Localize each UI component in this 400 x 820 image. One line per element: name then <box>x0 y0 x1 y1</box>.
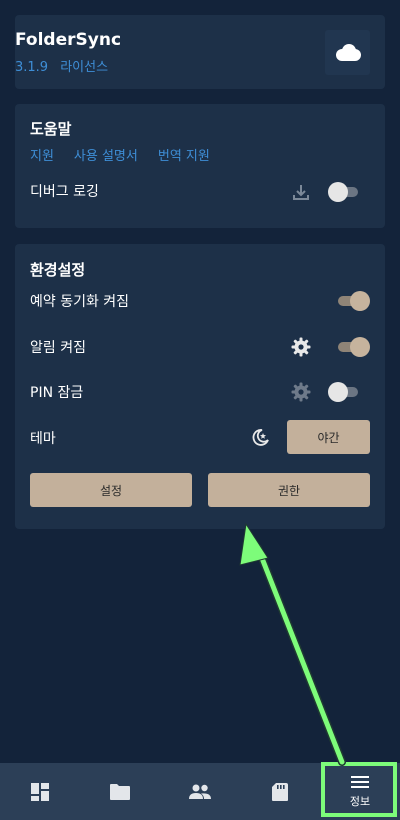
nav-sd-card[interactable] <box>240 763 320 820</box>
debug-logging-label: 디버그 로깅 <box>30 184 99 200</box>
sd-card-icon <box>272 782 288 801</box>
app-name: FolderSync <box>15 30 122 50</box>
license-link[interactable]: 라이선스 <box>60 60 108 75</box>
notifications-toggle[interactable] <box>336 336 370 358</box>
permissions-button[interactable]: 권한 <box>208 473 370 507</box>
screen: FolderSync 3.1.9 라이선스 도움말 지원 사용 설명서 번역 지… <box>0 0 400 820</box>
scheduled-sync-label: 예약 동기화 켜짐 <box>30 294 130 310</box>
pin-lock-toggle[interactable] <box>328 381 360 403</box>
debug-logging-toggle[interactable] <box>328 181 360 203</box>
dashboard-icon <box>31 782 49 801</box>
translation-link[interactable]: 번역 지원 <box>158 145 210 164</box>
nav-accounts[interactable] <box>160 763 240 820</box>
support-link[interactable]: 지원 <box>30 145 54 164</box>
scheduled-sync-toggle[interactable] <box>336 290 370 312</box>
night-mode-icon <box>249 426 271 448</box>
notifications-label: 알림 켜짐 <box>30 340 86 356</box>
app-meta: 3.1.9 라이선스 <box>15 56 108 75</box>
folder-icon <box>110 783 130 800</box>
nav-folders[interactable] <box>80 763 160 820</box>
theme-select-button[interactable]: 야간 <box>287 420 370 454</box>
app-version: 3.1.9 <box>15 60 49 75</box>
theme-label: 테마 <box>30 431 56 447</box>
manual-link[interactable]: 사용 설명서 <box>74 145 138 164</box>
pin-lock-gear-icon[interactable] <box>290 381 312 403</box>
cloud-icon <box>335 43 361 61</box>
pin-lock-label: PIN 잠금 <box>30 385 84 401</box>
cloud-logo <box>325 30 370 75</box>
help-title: 도움말 <box>30 120 72 138</box>
settings-title: 환경설정 <box>30 261 86 279</box>
download-icon[interactable] <box>290 181 312 203</box>
notifications-gear-icon[interactable] <box>290 336 312 358</box>
nav-dashboard[interactable] <box>0 763 80 820</box>
settings-button[interactable]: 설정 <box>30 473 192 507</box>
accounts-icon <box>189 784 211 799</box>
help-links: 지원 사용 설명서 번역 지원 <box>30 145 210 164</box>
highlight-box <box>321 762 397 817</box>
